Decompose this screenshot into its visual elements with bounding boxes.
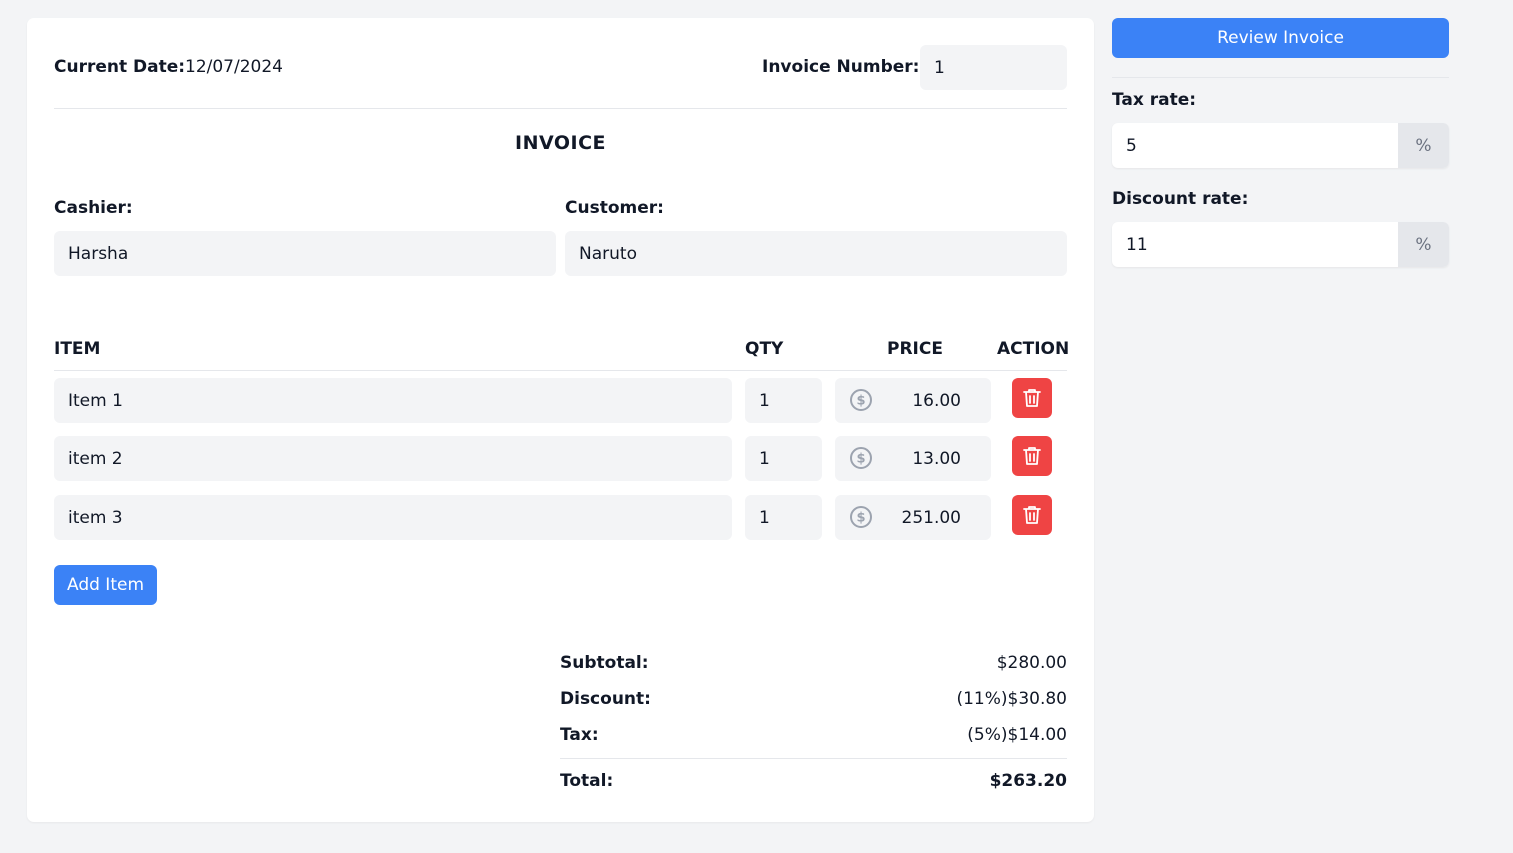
tax-rate-label: Tax rate:: [1112, 90, 1197, 110]
header-divider: [54, 108, 1067, 109]
price-value: 13.00: [912, 448, 961, 469]
subtotal-value: $280.00: [996, 653, 1067, 673]
customer-label: Customer:: [565, 198, 664, 218]
qty-input[interactable]: 1: [745, 378, 822, 423]
cashier-value: Harsha: [68, 243, 129, 264]
sidebar-divider: [1112, 77, 1449, 78]
discount-value: (11%)$30.80: [956, 689, 1067, 709]
invoice-number-label: Invoice Number:: [762, 57, 920, 77]
table-header-divider: [54, 370, 1067, 371]
dollar-circle-icon: $: [850, 389, 872, 411]
delete-item-button[interactable]: [1012, 436, 1052, 476]
summary-divider: [560, 758, 1067, 759]
discount-rate-value: 11: [1126, 234, 1148, 255]
item-name-value: Item 1: [68, 390, 123, 411]
dollar-circle-icon: $: [850, 506, 872, 528]
invoice-title: INVOICE: [515, 132, 606, 154]
trash-icon: [1023, 506, 1041, 524]
column-header-price: PRICE: [887, 339, 943, 359]
qty-value: 1: [759, 507, 770, 528]
customer-value: Naruto: [579, 243, 637, 264]
tax-value: (5%)$14.00: [967, 725, 1067, 745]
trash-icon: [1023, 447, 1041, 465]
discount-rate-label: Discount rate:: [1112, 189, 1249, 209]
invoice-number-input[interactable]: 1: [920, 45, 1067, 90]
total-label: Total:: [560, 771, 614, 791]
trash-icon: [1023, 389, 1041, 407]
review-invoice-button[interactable]: Review Invoice: [1112, 18, 1449, 58]
column-header-action: ACTION: [997, 339, 1070, 359]
dollar-circle-icon: $: [850, 447, 872, 469]
add-item-button[interactable]: Add Item: [54, 565, 157, 605]
column-header-qty: QTY: [745, 339, 784, 359]
cashier-input[interactable]: Harsha: [54, 231, 556, 276]
qty-value: 1: [759, 448, 770, 469]
discount-rate-input[interactable]: 11 %: [1112, 222, 1449, 267]
percent-suffix: %: [1398, 222, 1449, 267]
svg-text:$: $: [856, 511, 865, 526]
current-date-label: Current Date:: [54, 57, 186, 77]
qty-input[interactable]: 1: [745, 436, 822, 481]
price-value: 16.00: [912, 390, 961, 411]
item-name-input[interactable]: item 3: [54, 495, 732, 540]
qty-input[interactable]: 1: [745, 495, 822, 540]
percent-suffix: %: [1398, 123, 1449, 168]
price-input[interactable]: $ 16.00: [835, 378, 991, 423]
invoice-card: Current Date: 12/07/2024 Invoice Number:…: [27, 18, 1094, 822]
tax-label: Tax:: [560, 725, 599, 745]
subtotal-label: Subtotal:: [560, 653, 649, 673]
price-input[interactable]: $ 13.00: [835, 436, 991, 481]
price-value: 251.00: [901, 507, 961, 528]
tax-rate-value: 5: [1126, 135, 1137, 156]
item-name-value: item 2: [68, 448, 123, 469]
qty-value: 1: [759, 390, 770, 411]
customer-input[interactable]: Naruto: [565, 231, 1067, 276]
svg-text:$: $: [856, 452, 865, 467]
current-date-value: 12/07/2024: [185, 57, 283, 77]
column-header-item: ITEM: [54, 339, 101, 359]
item-name-input[interactable]: item 2: [54, 436, 732, 481]
tax-rate-input[interactable]: 5 %: [1112, 123, 1449, 168]
item-name-value: item 3: [68, 507, 123, 528]
price-input[interactable]: $ 251.00: [835, 495, 991, 540]
item-name-input[interactable]: Item 1: [54, 378, 732, 423]
invoice-number-value: 1: [934, 57, 945, 78]
cashier-label: Cashier:: [54, 198, 133, 218]
total-value: $263.20: [989, 771, 1067, 791]
delete-item-button[interactable]: [1012, 495, 1052, 535]
delete-item-button[interactable]: [1012, 378, 1052, 418]
svg-text:$: $: [856, 394, 865, 409]
discount-label: Discount:: [560, 689, 651, 709]
